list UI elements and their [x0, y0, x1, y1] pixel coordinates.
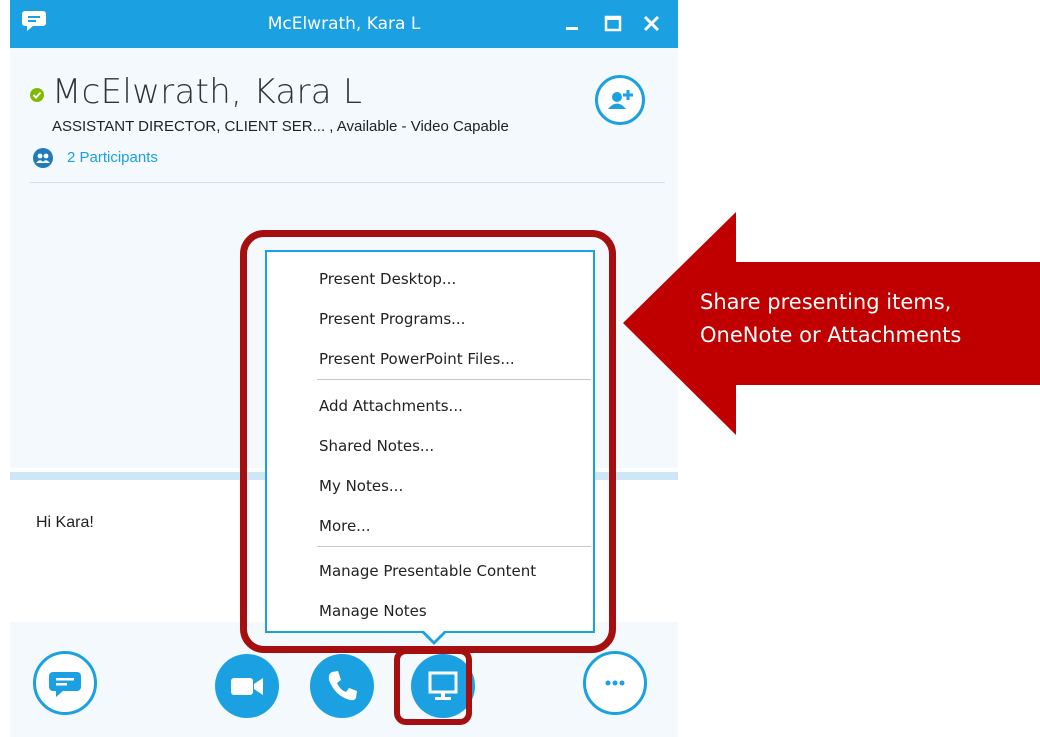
minimize-icon[interactable] — [558, 9, 588, 39]
title-bar: McElwrath, Kara L — [10, 0, 678, 48]
add-people-button[interactable] — [595, 75, 645, 125]
present-button-highlight-frame — [394, 648, 472, 725]
im-icon — [49, 672, 81, 697]
presence-available-icon — [30, 88, 44, 102]
im-button[interactable] — [33, 651, 97, 715]
more-options-icon — [605, 680, 625, 686]
close-icon[interactable] — [637, 9, 667, 39]
callout-line-2: OneNote or Attachments — [700, 323, 962, 347]
maximize-icon[interactable] — [598, 9, 628, 39]
contact-status: ASSISTANT DIRECTOR, CLIENT SER... , Avai… — [52, 118, 509, 135]
contact-name: McElwrath, Kara L — [52, 72, 363, 112]
call-button[interactable] — [310, 654, 374, 718]
message-text[interactable]: Hi Kara! — [36, 514, 94, 532]
video-icon — [231, 678, 263, 695]
video-button[interactable] — [215, 654, 279, 718]
participants-count: 2 Participants — [67, 149, 158, 166]
more-options-button[interactable] — [583, 651, 647, 715]
callout-line-1: Share presenting items, — [700, 290, 952, 314]
header-divider — [30, 182, 665, 183]
menu-highlight-frame — [240, 230, 616, 653]
participants-icon — [33, 148, 53, 168]
callout-text: Share presenting items, OneNote or Attac… — [700, 286, 1030, 352]
phone-icon — [328, 671, 357, 701]
